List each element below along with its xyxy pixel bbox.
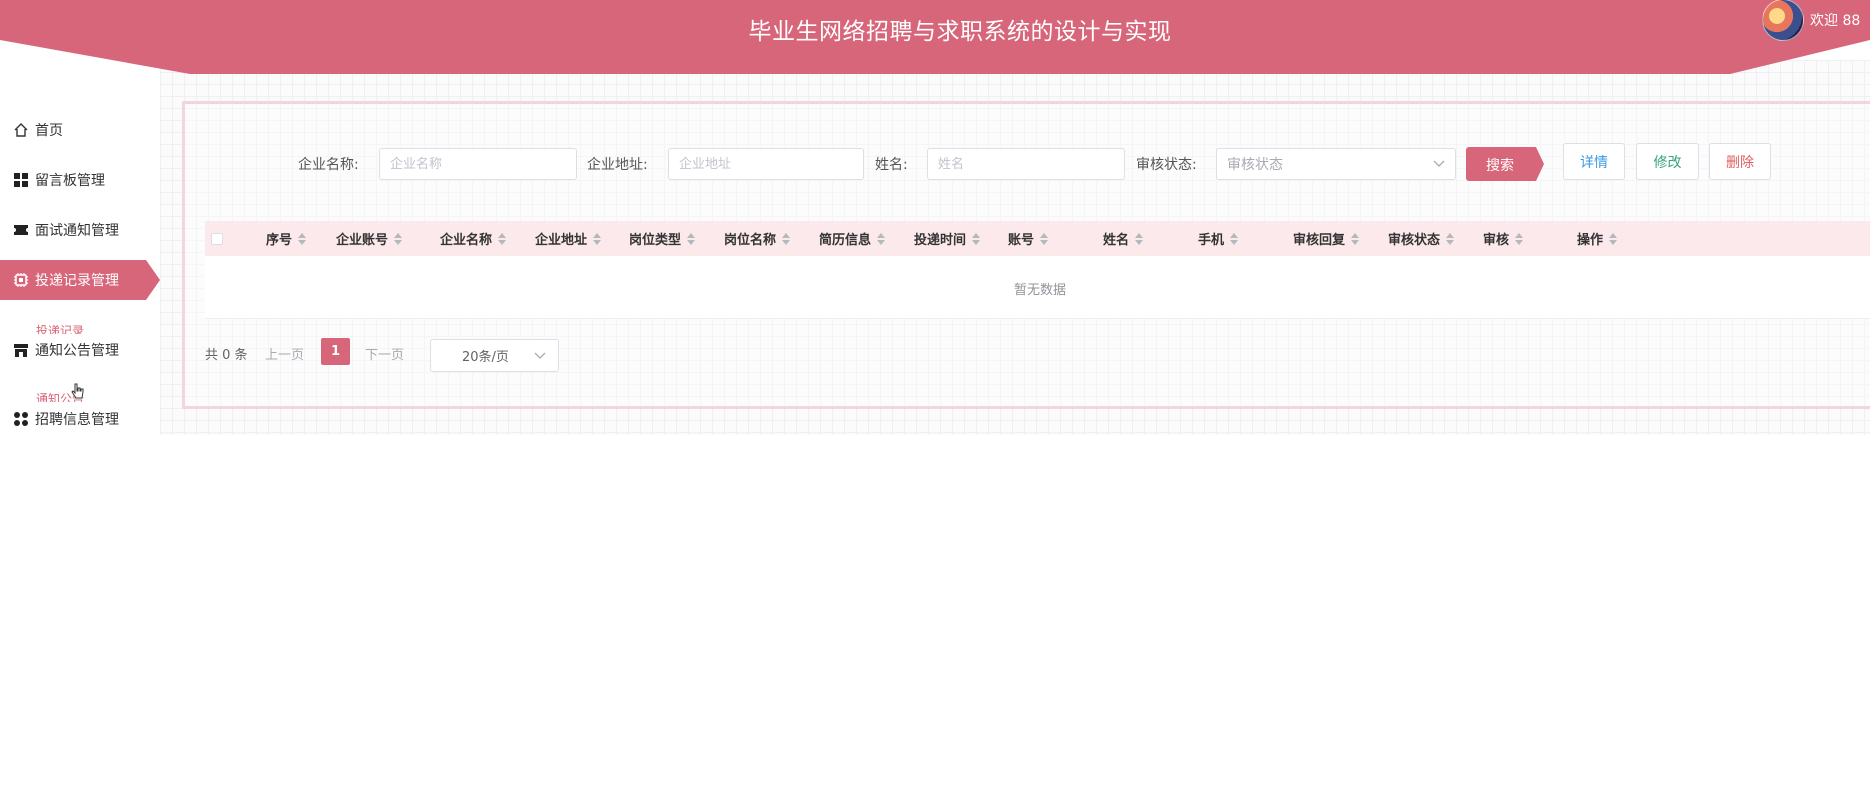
sidebar-item-home[interactable]: 首页 xyxy=(0,110,160,150)
sort-icon[interactable] xyxy=(877,232,886,245)
pagination-total: 共 0 条 xyxy=(205,348,248,363)
company-address-input[interactable] xyxy=(668,148,864,180)
ticket-icon xyxy=(13,222,29,238)
column-header[interactable]: 账号 xyxy=(1008,221,1049,256)
sidebar-item-message-board[interactable]: 留言板管理 xyxy=(0,160,160,200)
system-title: 毕业生网络招聘与求职系统的设计与实现 xyxy=(748,19,1172,45)
detail-button[interactable]: 详情 xyxy=(1563,143,1625,180)
chevron-down-icon xyxy=(534,349,546,364)
table-body: 暂无数据 xyxy=(205,256,1870,319)
name-label: 姓名: xyxy=(875,157,908,173)
column-header[interactable]: 序号 xyxy=(266,221,307,256)
sort-icon[interactable] xyxy=(498,232,507,245)
sort-icon[interactable] xyxy=(1446,232,1455,245)
status-select[interactable]: 审核状态 xyxy=(1216,148,1456,180)
name-input[interactable] xyxy=(927,148,1125,180)
grid-icon xyxy=(13,172,29,188)
sort-icon[interactable] xyxy=(1515,232,1524,245)
sort-icon[interactable] xyxy=(687,232,696,245)
column-header[interactable]: 岗位名称 xyxy=(724,221,791,256)
chip-icon xyxy=(13,272,29,288)
column-header[interactable]: 企业账号 xyxy=(336,221,403,256)
edit-button[interactable]: 修改 xyxy=(1636,143,1699,180)
sidebar-item-label: 首页 xyxy=(35,123,63,139)
search-button-label: 搜索 xyxy=(1486,158,1514,174)
search-button[interactable]: 搜索 xyxy=(1466,147,1544,181)
apps-icon xyxy=(13,411,29,427)
sidebar-item-label: 招聘信息管理 xyxy=(35,412,119,428)
page-size-select[interactable]: 20条/页 xyxy=(430,339,559,372)
home-icon xyxy=(13,122,29,138)
sidebar-item-interview[interactable]: 面试通知管理 xyxy=(0,210,160,250)
sort-icon[interactable] xyxy=(298,232,307,245)
sort-icon[interactable] xyxy=(1135,232,1144,245)
sidebar-item-label: 留言板管理 xyxy=(35,173,105,189)
top-header: 毕业生网络招聘与求职系统的设计与实现 欢迎 88 xyxy=(0,0,1870,74)
company-name-input[interactable] xyxy=(379,148,577,180)
welcome-text: 欢迎 88 xyxy=(1810,13,1861,29)
column-header[interactable]: 企业名称 xyxy=(440,221,507,256)
column-header[interactable]: 审核回复 xyxy=(1293,221,1360,256)
sort-icon[interactable] xyxy=(782,232,791,245)
status-select-value: 审核状态 xyxy=(1227,157,1283,173)
column-header[interactable]: 手机 xyxy=(1198,221,1239,256)
company-name-label: 企业名称: xyxy=(298,157,359,173)
delete-button[interactable]: 删除 xyxy=(1709,143,1771,180)
sidebar-item-label: 面试通知管理 xyxy=(35,223,119,239)
company-address-label: 企业地址: xyxy=(587,157,648,173)
avatar[interactable] xyxy=(1762,0,1804,41)
hand-cursor-icon xyxy=(71,383,84,399)
sidebar-item-recruitment[interactable]: 招聘信息管理 xyxy=(0,399,160,439)
column-header[interactable]: 简历信息 xyxy=(819,221,886,256)
user-menu[interactable]: 欢迎 88 xyxy=(1762,0,1861,41)
page-number-current[interactable]: 1 xyxy=(321,338,350,365)
column-header[interactable]: 岗位类型 xyxy=(629,221,696,256)
column-header[interactable]: 投递时间 xyxy=(914,221,981,256)
page-size-value: 20条/页 xyxy=(462,350,509,365)
table-header: 序号 企业账号 企业名称 企业地址 岗位类型 岗位名称 简历信息 投递时间 账号… xyxy=(205,221,1870,256)
sort-icon[interactable] xyxy=(1040,232,1049,245)
chevron-down-icon xyxy=(1433,156,1445,172)
sort-icon[interactable] xyxy=(1230,232,1239,245)
select-all-checkbox[interactable] xyxy=(211,233,223,245)
sort-icon[interactable] xyxy=(972,232,981,245)
sidebar-item-label: 通知公告管理 xyxy=(35,343,119,359)
column-header[interactable]: 审核状态 xyxy=(1388,221,1455,256)
column-header[interactable]: 操作 xyxy=(1577,221,1618,256)
sort-icon[interactable] xyxy=(593,232,602,245)
sort-icon[interactable] xyxy=(394,232,403,245)
next-page-button[interactable]: 下一页 xyxy=(365,344,404,363)
status-label: 审核状态: xyxy=(1136,157,1197,173)
prev-page-button[interactable]: 上一页 xyxy=(265,344,304,363)
empty-text: 暂无数据 xyxy=(1013,283,1066,298)
sidebar-item-label: 投递记录管理 xyxy=(35,273,119,289)
sidebar-item-delivery-records[interactable]: 投递记录管理 xyxy=(0,260,160,300)
column-header[interactable]: 审核 xyxy=(1483,221,1524,256)
sidebar-item-notice[interactable]: 通知公告管理 xyxy=(0,330,160,370)
sort-icon[interactable] xyxy=(1351,232,1360,245)
column-header[interactable]: 姓名 xyxy=(1103,221,1144,256)
column-header[interactable]: 企业地址 xyxy=(535,221,602,256)
store-icon xyxy=(13,342,29,358)
sort-icon[interactable] xyxy=(1609,232,1618,245)
